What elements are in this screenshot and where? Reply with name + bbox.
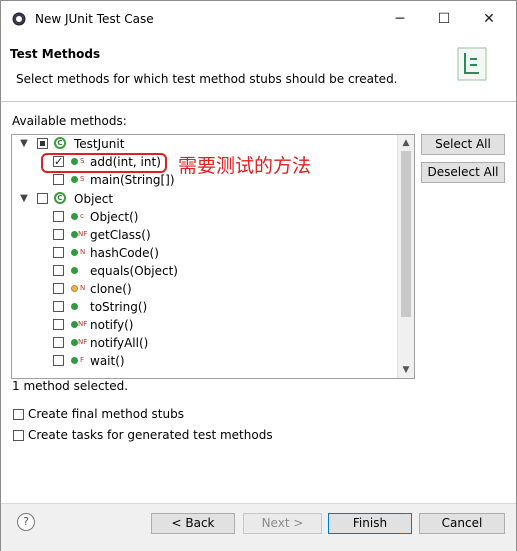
method-label: getClass() xyxy=(90,228,151,242)
method-checkbox[interactable] xyxy=(53,283,64,294)
scroll-down-arrow-icon[interactable]: ▼ xyxy=(398,362,414,378)
expand-chevron-icon[interactable]: ▼ xyxy=(18,190,30,208)
tree-item-equals[interactable]: equals(Object) xyxy=(12,262,398,280)
select-all-button[interactable]: Select All xyxy=(421,134,505,155)
final-stubs-label: Create final method stubs xyxy=(28,407,184,421)
title-bar: New JUnit Test Case ─ ☐ ✕ xyxy=(1,1,516,37)
method-label: equals(Object) xyxy=(90,264,178,278)
method-checkbox[interactable] xyxy=(53,319,64,330)
method-checkbox[interactable] xyxy=(53,229,64,240)
public-method-icon xyxy=(71,321,78,328)
public-method-icon xyxy=(71,303,78,310)
modifier-marker: NF xyxy=(78,230,88,238)
tree-item-wait[interactable]: F wait() xyxy=(12,352,398,370)
tasks-checkbox[interactable] xyxy=(13,430,24,441)
annotation-highlight-box xyxy=(41,153,167,173)
tree-item-notify[interactable]: NF notify() xyxy=(12,316,398,334)
final-stubs-option[interactable]: Create final method stubs xyxy=(13,405,184,423)
public-method-icon xyxy=(71,176,78,183)
public-method-icon xyxy=(71,339,78,346)
finish-button[interactable]: Finish xyxy=(328,513,412,534)
modifier-marker: NF xyxy=(78,338,88,346)
modifier-marker: N xyxy=(80,284,86,292)
main-checkbox[interactable] xyxy=(53,174,64,185)
available-methods-label: Available methods: xyxy=(12,114,127,128)
modifier-marker: c xyxy=(80,212,84,220)
method-label: toString() xyxy=(90,300,148,314)
public-method-icon xyxy=(71,249,78,256)
close-button[interactable]: ✕ xyxy=(469,6,509,32)
tree-node-object[interactable]: ▼ C Object xyxy=(12,190,398,208)
deselect-all-button[interactable]: Deselect All xyxy=(421,162,505,183)
method-label: hashCode() xyxy=(90,246,159,260)
tree-item-object-ctor[interactable]: c Object() xyxy=(12,208,398,226)
protected-method-icon xyxy=(71,285,78,292)
eclipse-app-icon xyxy=(12,12,26,26)
tree-item-getclass[interactable]: NF getClass() xyxy=(12,226,398,244)
method-checkbox[interactable] xyxy=(53,355,64,366)
wizard-footer: ? < Back Next > Finish Cancel xyxy=(1,503,516,551)
method-checkbox[interactable] xyxy=(53,247,64,258)
modifier-marker: N xyxy=(80,248,86,256)
method-label: clone() xyxy=(90,282,132,296)
method-label: main(String[]) xyxy=(90,173,175,187)
method-checkbox[interactable] xyxy=(53,301,64,312)
public-method-icon xyxy=(71,267,78,274)
method-label: notify() xyxy=(90,318,134,332)
modifier-marker: NF xyxy=(78,320,88,328)
wizard-header: Test Methods Select methods for which te… xyxy=(1,37,516,102)
method-checkbox[interactable] xyxy=(53,337,64,348)
annotation-text: 需要测试的方法 xyxy=(178,155,312,177)
method-label: wait() xyxy=(90,354,125,368)
tree-scrollbar[interactable]: ▲ ▼ xyxy=(397,135,414,378)
page-title: Test Methods xyxy=(10,47,101,61)
back-button[interactable]: < Back xyxy=(151,513,235,534)
tree-item-notifyall[interactable]: NF notifyAll() xyxy=(12,334,398,352)
tree-item-tostring[interactable]: toString() xyxy=(12,298,398,316)
method-label: Object() xyxy=(90,210,139,224)
page-description: Select methods for which test method stu… xyxy=(16,72,398,86)
help-icon[interactable]: ? xyxy=(17,513,35,531)
scroll-thumb[interactable] xyxy=(401,151,411,317)
junit-wizard-icon xyxy=(457,47,487,81)
method-label: notifyAll() xyxy=(90,336,149,350)
testjunit-label: TestJunit xyxy=(74,137,125,151)
tasks-label: Create tasks for generated test methods xyxy=(28,428,273,442)
object-label: Object xyxy=(74,192,114,206)
selection-status: 1 method selected. xyxy=(12,379,129,393)
expand-chevron-icon[interactable]: ▼ xyxy=(18,135,30,153)
testjunit-checkbox[interactable] xyxy=(37,138,48,149)
minimize-button[interactable]: ─ xyxy=(380,6,420,32)
object-checkbox[interactable] xyxy=(37,193,48,204)
maximize-button[interactable]: ☐ xyxy=(424,6,464,32)
cancel-button[interactable]: Cancel xyxy=(419,513,505,534)
window-title: New JUnit Test Case xyxy=(35,12,154,26)
public-method-icon xyxy=(71,213,78,220)
class-icon: C xyxy=(54,137,66,149)
modifier-marker: F xyxy=(80,356,85,364)
next-button[interactable]: Next > xyxy=(243,513,322,534)
public-method-icon xyxy=(71,231,78,238)
tree-item-hashcode[interactable]: N hashCode() xyxy=(12,244,398,262)
public-method-icon xyxy=(71,357,78,364)
method-checkbox[interactable] xyxy=(53,265,64,276)
class-icon: C xyxy=(54,192,66,204)
tree-item-clone[interactable]: N clone() xyxy=(12,280,398,298)
wizard-body: Available methods: ▼ C TestJunit S add(i… xyxy=(1,102,516,550)
method-checkbox[interactable] xyxy=(53,211,64,222)
tasks-option[interactable]: Create tasks for generated test methods xyxy=(13,426,273,444)
dialog-window: New JUnit Test Case ─ ☐ ✕ Test Methods S… xyxy=(0,0,517,551)
final-stubs-checkbox[interactable] xyxy=(13,409,24,420)
scroll-up-arrow-icon[interactable]: ▲ xyxy=(398,135,414,151)
